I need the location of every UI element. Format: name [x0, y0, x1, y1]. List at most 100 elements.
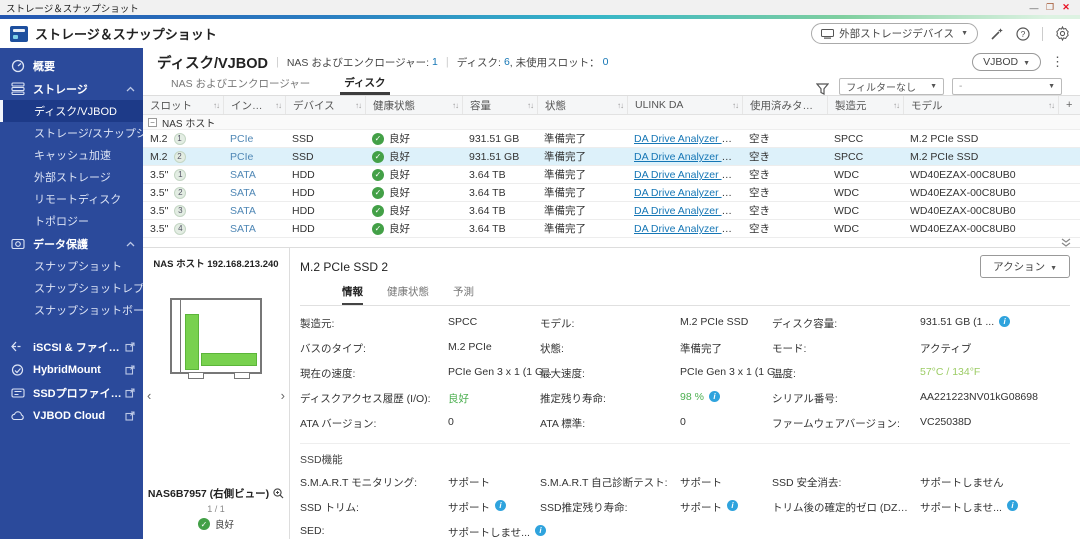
cell-capacity: 931.51 GB: [469, 132, 520, 145]
slot-number-badge: 1: [174, 168, 187, 181]
da-drive-analyzer-link[interactable]: DA Drive Analyzer を有効化: [634, 169, 742, 181]
cell-device: HDD: [292, 222, 315, 235]
collapse-panel-icon[interactable]: [1060, 238, 1072, 247]
cell-model: M.2 PCIe SSD: [910, 150, 979, 163]
sort-icon[interactable]: ↑↓: [728, 101, 739, 110]
sort-icon[interactable]: ↑↓: [1044, 101, 1055, 110]
field-value: 98 %: [680, 391, 704, 403]
sidebar-item-cache-acceleration[interactable]: キャッシュ加速: [0, 144, 143, 166]
table-row[interactable]: 3.5" 2 SATA HDD ✓ 良好 3.64 TB 準備完了 DA Drive…: [143, 184, 1080, 202]
add-column-button[interactable]: +: [1058, 96, 1080, 114]
tab-information[interactable]: 情報: [342, 284, 363, 305]
filter-funnel-icon[interactable]: [816, 83, 830, 95]
table-row[interactable]: 3.5" 4 SATA HDD ✓ 良好 3.64 TB 準備完了 DA Drive…: [143, 220, 1080, 238]
cell-vendor: WDC: [834, 204, 860, 217]
sort-icon[interactable]: ↑↓: [209, 101, 220, 110]
col-capacity: 容量 ↑↓: [462, 96, 537, 114]
secondary-select[interactable]: - ▼: [952, 78, 1062, 95]
summary-nas-enclosures: NAS およびエンクロージャー:: [286, 56, 430, 69]
info-icon[interactable]: i: [727, 500, 738, 511]
table-row[interactable]: 3.5" 3 SATA HDD ✓ 良好 3.64 TB 準備完了 DA Drive…: [143, 202, 1080, 220]
drive-bar-vertical: [185, 314, 199, 370]
table-group-row[interactable]: − NAS ホスト: [143, 115, 1080, 130]
serial-number-value: AA221223NV01kG08698: [920, 391, 1038, 403]
info-icon[interactable]: i: [534, 525, 546, 536]
sidebar-item-storage-snapshots[interactable]: ストレージ/スナップショ...: [0, 122, 143, 144]
chevron-down-icon: ▼: [961, 30, 968, 37]
sidebar-item-topology[interactable]: トポロジー: [0, 210, 143, 232]
external-link-icon: [125, 387, 135, 398]
tab-prediction[interactable]: 予測: [453, 284, 474, 305]
da-drive-analyzer-link[interactable]: DA Drive Analyzer を有効化: [634, 187, 742, 199]
collapse-group-icon[interactable]: −: [148, 118, 157, 127]
cell-interface: SATA: [230, 222, 256, 235]
external-storage-device-button[interactable]: 外部ストレージデバイス ▼: [811, 23, 978, 44]
sidebar-section-storage[interactable]: ストレージ: [0, 77, 143, 100]
page-title: ディスク/VJBOD: [157, 55, 268, 72]
sort-icon[interactable]: ↑↓: [351, 101, 362, 110]
minimize-button[interactable]: —: [1026, 3, 1042, 13]
field-value: サポート: [448, 502, 490, 514]
cell-capacity: 3.64 TB: [469, 204, 506, 217]
info-icon[interactable]: i: [495, 500, 506, 511]
sidebar-item-snapshot-vault[interactable]: スナップショットボールト: [0, 299, 143, 321]
tab-nas-and-enclosures[interactable]: NAS およびエンクロージャー: [167, 76, 314, 95]
col-health: 健康状態 ↑↓: [365, 96, 462, 114]
field-value: M.2 PCIe SSD: [680, 316, 749, 328]
health-ok-icon: ✓: [372, 186, 384, 199]
sort-icon[interactable]: ↑↓: [523, 101, 534, 110]
sidebar-item-external-storage[interactable]: 外部ストレージ: [0, 166, 143, 188]
close-button[interactable]: ✕: [1058, 2, 1074, 13]
sidebar-item-remote-disk[interactable]: リモートディスク: [0, 188, 143, 210]
sidebar-item-snapshot[interactable]: スナップショット: [0, 255, 143, 277]
sort-icon[interactable]: ↑↓: [613, 101, 624, 110]
table-row[interactable]: M.2 1 PCIe SSD ✓ 良好 931.51 GB 準備完了 DA Driv…: [143, 130, 1080, 148]
tab-disks[interactable]: ディスク: [340, 75, 390, 95]
sidebar-item-iscsi-fibre[interactable]: iSCSI & ファイバー...: [0, 335, 143, 358]
more-options-icon[interactable]: ⋮: [1051, 54, 1064, 70]
slot-number-badge: 2: [174, 186, 187, 199]
table-row-selected[interactable]: M.2 2 PCIe SSD ✓ 良好 931.51 GB 準備完了 DA Driv…: [143, 148, 1080, 166]
maximize-button[interactable]: ❐: [1042, 2, 1058, 13]
filter-select[interactable]: フィルターなし ▼: [839, 78, 944, 95]
svg-text:?: ?: [1021, 29, 1026, 39]
sidebar-item-disks-vjbod[interactable]: ディスク/VJBOD: [0, 100, 143, 122]
prev-view-arrow[interactable]: ‹: [147, 388, 151, 403]
tab-health[interactable]: 健康状態: [387, 284, 429, 305]
next-view-arrow[interactable]: ›: [281, 388, 285, 403]
sort-icon[interactable]: ↑↓: [448, 101, 459, 110]
wand-icon[interactable]: [990, 27, 1004, 41]
gear-icon[interactable]: [1055, 26, 1070, 41]
da-drive-analyzer-link[interactable]: DA Drive Analyzer を有効化: [634, 133, 742, 145]
action-button[interactable]: アクション ▼: [980, 255, 1070, 278]
sort-icon[interactable]: ↑↓: [271, 101, 282, 110]
enclosure-panel: NAS ホスト 192.168.213.240 ‹ › NAS6B7957 (右…: [143, 248, 290, 539]
sidebar-item-vjbod-cloud[interactable]: VJBOD Cloud: [0, 404, 143, 427]
da-drive-analyzer-link[interactable]: DA Drive Analyzer を有効化: [634, 223, 742, 235]
zoom-in-icon[interactable]: [273, 488, 284, 499]
sort-icon[interactable]: ↑↓: [889, 101, 900, 110]
cell-status: 準備完了: [544, 133, 586, 145]
da-drive-analyzer-link[interactable]: DA Drive Analyzer を有効化: [634, 151, 742, 163]
vjbod-button[interactable]: VJBOD ▼: [972, 53, 1041, 71]
cell-used-type: 空き: [749, 223, 770, 235]
sidebar-item-overview[interactable]: 概要: [0, 54, 143, 77]
nas-enclosure-graphic[interactable]: [170, 298, 262, 379]
help-icon[interactable]: ?: [1016, 26, 1030, 41]
info-icon[interactable]: i: [708, 391, 720, 402]
table-row[interactable]: 3.5" 1 SATA HDD ✓ 良好 3.64 TB 準備完了 DA Drive…: [143, 166, 1080, 184]
cell-model: WD40EZAX-00C8UB0: [910, 168, 1016, 181]
sidebar-item-ssd-profiling[interactable]: SSDプロファイリン...: [0, 381, 143, 404]
sidebar-item-snapshot-replica[interactable]: スナップショットレプリカ: [0, 277, 143, 299]
health-ok-icon: ✓: [372, 168, 384, 181]
cell-interface: PCIe: [230, 132, 254, 145]
sidebar-section-data-protection[interactable]: データ保護: [0, 232, 143, 255]
info-icon[interactable]: i: [999, 316, 1011, 327]
info-icon[interactable]: i: [1006, 500, 1018, 511]
nas-host-label: NAS ホスト 192.168.213.240: [153, 259, 279, 270]
cell-used-type: 空き: [749, 205, 770, 217]
cell-vendor: WDC: [834, 186, 860, 199]
da-drive-analyzer-link[interactable]: DA Drive Analyzer を有効化: [634, 205, 742, 217]
sidebar-item-hybridmount[interactable]: HybridMount: [0, 358, 143, 381]
hybridmount-icon: [10, 362, 25, 377]
